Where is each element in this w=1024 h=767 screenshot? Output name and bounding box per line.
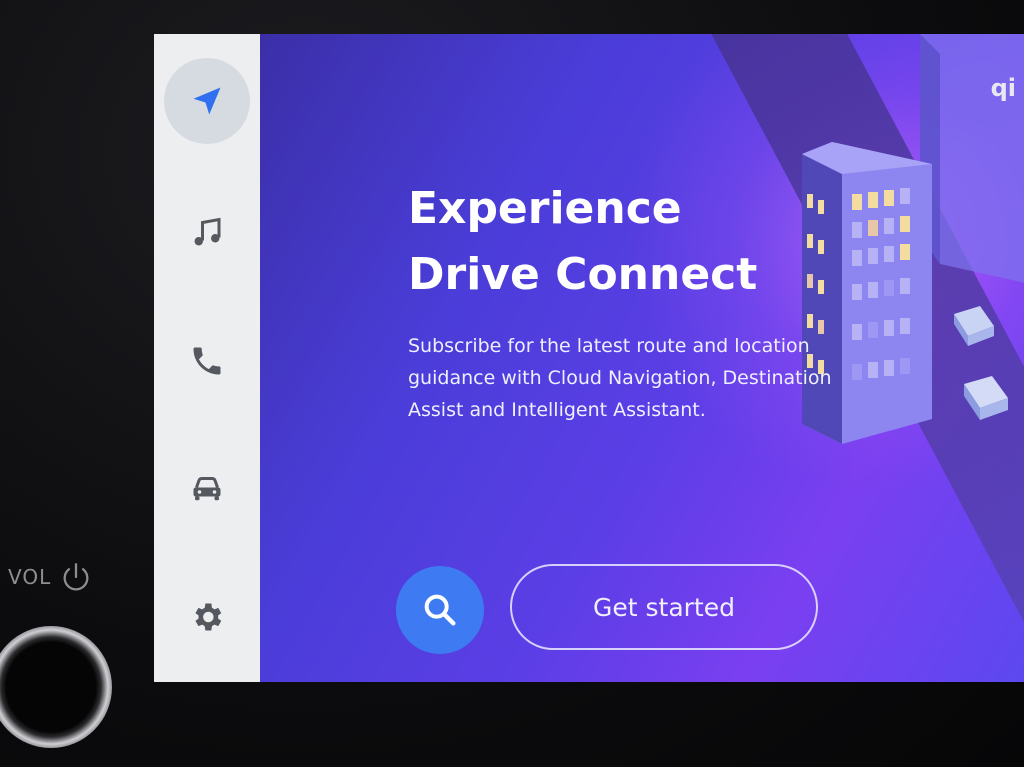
volume-label-group: VOL bbox=[8, 560, 93, 594]
illustration-car bbox=[964, 376, 1008, 420]
head-unit-bezel: VOL qi Experience Drive Connect Subscrib… bbox=[0, 0, 1024, 767]
wireless-charging-icon: qi bbox=[990, 74, 1016, 102]
volume-label: VOL bbox=[8, 565, 52, 589]
power-icon bbox=[63, 563, 89, 591]
page-title: Experience Drive Connect bbox=[408, 183, 758, 300]
sidebar bbox=[154, 34, 260, 682]
car-icon bbox=[193, 477, 221, 501]
illustration-car bbox=[954, 306, 994, 346]
sidebar-item-navigation[interactable] bbox=[164, 58, 250, 144]
phone-icon bbox=[193, 347, 221, 375]
sidebar-item-music[interactable] bbox=[164, 190, 250, 276]
sidebar-item-phone[interactable] bbox=[164, 318, 250, 404]
gear-icon bbox=[195, 603, 222, 631]
infotainment-screen: qi Experience Drive Connect Subscribe fo… bbox=[154, 34, 1024, 682]
music-note-icon bbox=[194, 217, 221, 246]
sidebar-item-vehicle[interactable] bbox=[164, 446, 250, 532]
sidebar-item-settings[interactable] bbox=[164, 574, 250, 660]
search-button[interactable] bbox=[396, 566, 484, 654]
navigation-arrow-icon bbox=[193, 87, 221, 115]
search-icon bbox=[424, 594, 456, 626]
get-started-button[interactable]: Get started bbox=[510, 564, 818, 650]
volume-knob[interactable] bbox=[0, 626, 112, 748]
page-description: Subscribe for the latest route and locat… bbox=[408, 335, 832, 421]
main-panel: qi Experience Drive Connect Subscribe fo… bbox=[260, 34, 1024, 682]
